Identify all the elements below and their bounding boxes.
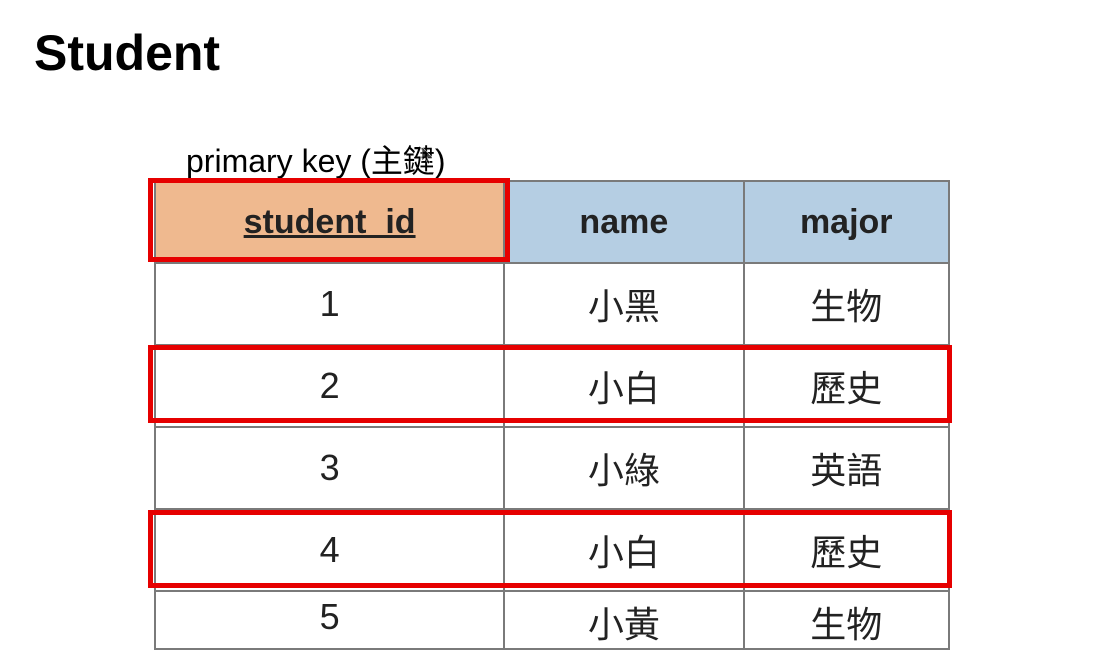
cell-name: 小綠 — [504, 427, 743, 509]
cell-major: 歷史 — [744, 509, 950, 591]
page-title: Student — [34, 24, 220, 82]
primary-key-label: primary key (主鍵) — [186, 136, 446, 182]
cell-name: 小白 — [504, 509, 743, 591]
table-row: 3 小綠 英語 — [155, 427, 949, 509]
cell-id: 2 — [155, 345, 504, 427]
cell-name: 小黃 — [504, 591, 743, 649]
mouse-cursor-icon — [421, 146, 435, 166]
cell-major: 歷史 — [744, 345, 950, 427]
col-header-name: name — [504, 181, 743, 263]
cell-major: 生物 — [744, 591, 950, 649]
table-row: 4 小白 歷史 — [155, 509, 949, 591]
cell-major: 生物 — [744, 263, 950, 345]
cell-id: 4 — [155, 509, 504, 591]
col-header-student-id: student_id — [155, 181, 504, 263]
cell-id: 5 — [155, 591, 504, 649]
cell-name: 小黑 — [504, 263, 743, 345]
table-row: 1 小黑 生物 — [155, 263, 949, 345]
cell-id: 1 — [155, 263, 504, 345]
table-row: 2 小白 歷史 — [155, 345, 949, 427]
table-row: 5 小黃 生物 — [155, 591, 949, 649]
cell-major: 英語 — [744, 427, 950, 509]
col-header-major: major — [744, 181, 950, 263]
table-header-row: student_id name major — [155, 181, 949, 263]
student-table: student_id name major 1 小黑 生物 2 小白 歷史 3 … — [154, 180, 950, 650]
cell-id: 3 — [155, 427, 504, 509]
cell-name: 小白 — [504, 345, 743, 427]
